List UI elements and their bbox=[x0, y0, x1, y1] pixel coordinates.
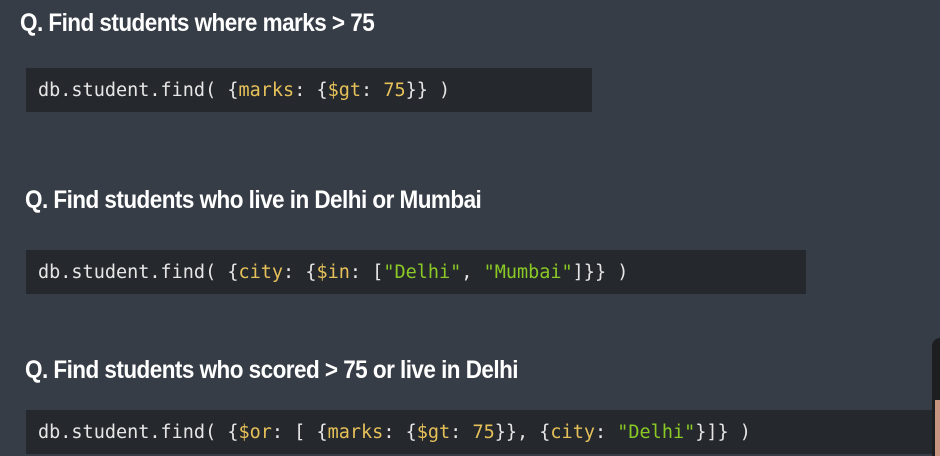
code-token: : { bbox=[383, 421, 417, 443]
code-token: : bbox=[450, 421, 473, 443]
question-title-3: Q. Find students who scored > 75 or live… bbox=[25, 356, 519, 384]
code-block-1: db.student.find( {marks: {$gt: 75}} ) bbox=[26, 68, 592, 112]
code-token: : { bbox=[283, 261, 317, 283]
code-token-string: "Mumbai" bbox=[483, 261, 573, 283]
code-block-3: db.student.find( {$or: [ {marks: {$gt: 7… bbox=[26, 410, 936, 454]
code-token: db.student.find( { bbox=[38, 261, 239, 283]
code-token: db.student.find( { bbox=[38, 421, 239, 443]
code-token: , bbox=[461, 261, 484, 283]
code-token: : [ { bbox=[271, 421, 328, 443]
question-title-2: Q. Find students who live in Delhi or Mu… bbox=[25, 186, 482, 214]
code-token-string: "Delhi" bbox=[617, 421, 696, 443]
code-token-number: 75 bbox=[383, 79, 406, 101]
code-token: }} ) bbox=[405, 79, 451, 101]
code-token-operator: $in bbox=[316, 261, 350, 283]
code-token-string: "Delhi" bbox=[383, 261, 462, 283]
code-token: db.student.find( { bbox=[38, 79, 239, 101]
code-token-key: marks bbox=[238, 79, 295, 101]
code-block-2: db.student.find( {city: {$in: ["Delhi", … bbox=[26, 250, 806, 294]
code-token: ]}} ) bbox=[572, 261, 629, 283]
presenter-video-edge bbox=[932, 338, 940, 456]
code-token: : { bbox=[294, 79, 328, 101]
code-token-key: city bbox=[550, 421, 595, 443]
code-token-number: 75 bbox=[472, 421, 495, 443]
question-title-1: Q. Find students where marks > 75 bbox=[20, 9, 375, 37]
code-token-operator: $gt bbox=[416, 421, 451, 443]
code-token: : bbox=[594, 421, 618, 443]
code-token-key: city bbox=[238, 261, 284, 283]
code-token-key: marks bbox=[327, 421, 384, 443]
code-token: : [ bbox=[349, 261, 384, 283]
code-token: : bbox=[361, 79, 384, 101]
code-token: }}, { bbox=[494, 421, 551, 443]
code-token-operator: $gt bbox=[327, 79, 362, 101]
code-token: }]} ) bbox=[695, 421, 751, 443]
code-token-operator: $or bbox=[238, 421, 272, 443]
